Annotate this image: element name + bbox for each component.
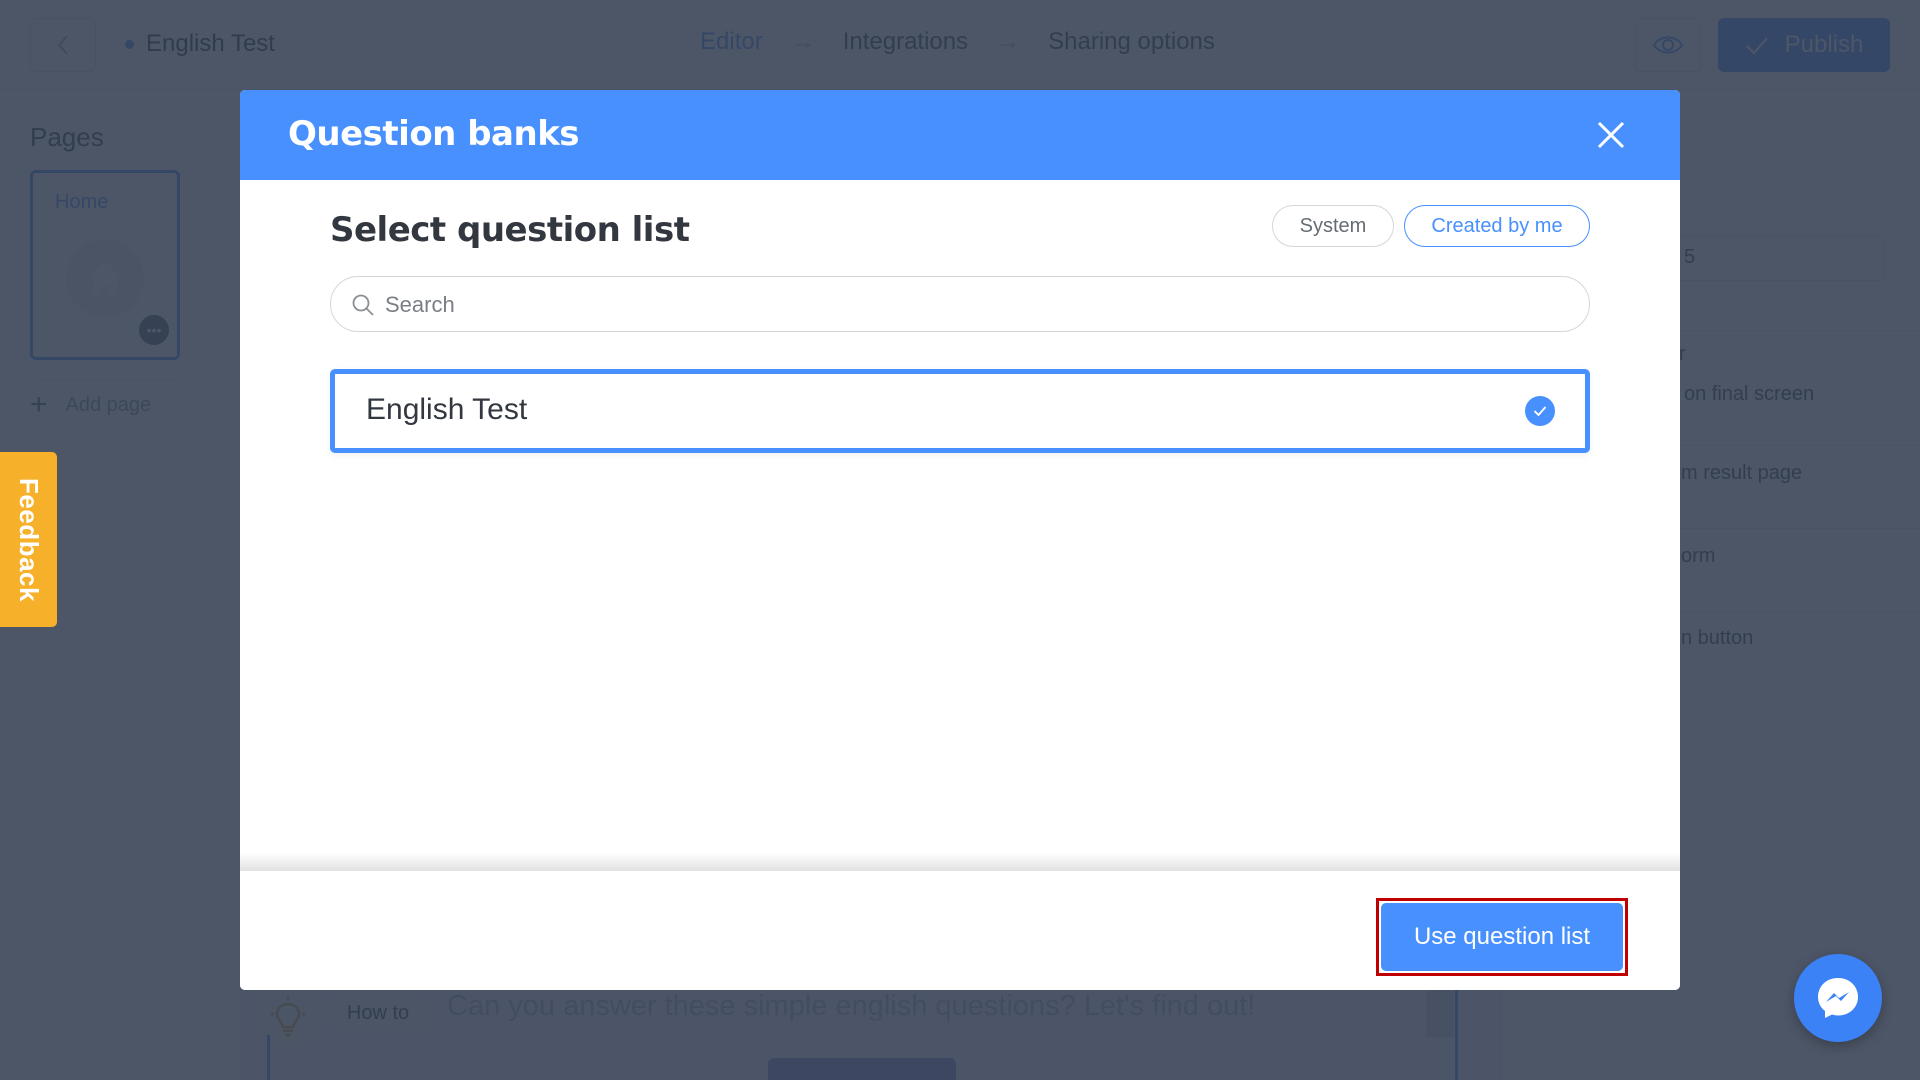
feedback-tab[interactable]: Feedback (0, 452, 57, 627)
modal-header: Question banks (240, 90, 1680, 180)
search-icon (352, 294, 374, 316)
use-question-list-button[interactable]: Use question list (1381, 903, 1623, 971)
selected-check-icon (1525, 396, 1555, 426)
filter-system[interactable]: System (1272, 205, 1394, 247)
search-field[interactable] (330, 276, 1590, 332)
question-banks-modal: Question banks Select question list Syst… (240, 90, 1680, 990)
search-input[interactable] (385, 285, 1565, 325)
question-list-name: English Test (366, 393, 528, 426)
feedback-label: Feedback (14, 477, 44, 602)
close-button[interactable] (1592, 116, 1630, 154)
section-title: Select question list (330, 210, 690, 250)
messenger-chat-button[interactable] (1794, 954, 1882, 1042)
close-icon (1597, 121, 1625, 149)
footer-divider (240, 853, 1680, 871)
question-list-item[interactable]: English Test (330, 369, 1590, 453)
filter-created-by-me[interactable]: Created by me (1404, 205, 1590, 247)
messenger-icon (1818, 978, 1858, 1018)
modal-title: Question banks (288, 114, 580, 154)
